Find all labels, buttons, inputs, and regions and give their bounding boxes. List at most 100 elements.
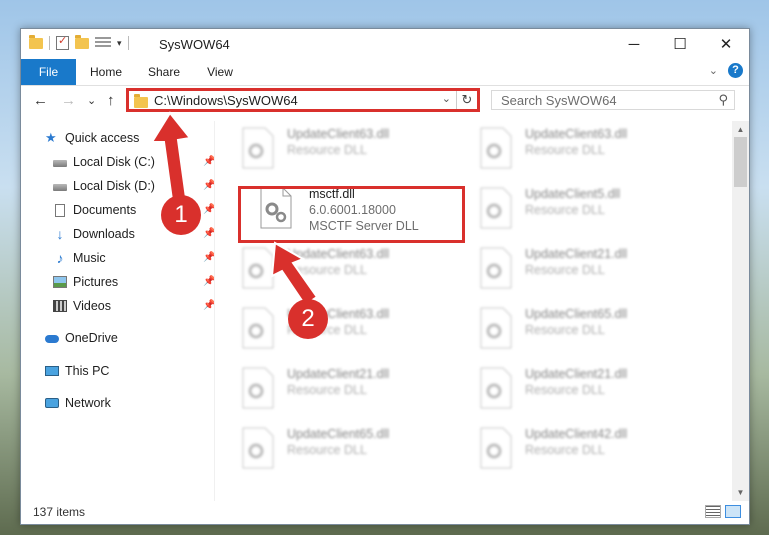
scroll-up-icon[interactable]: ▲ — [732, 121, 749, 138]
file-description: Resource DLL — [525, 323, 605, 337]
toolbar-divider — [127, 36, 129, 50]
tab-home[interactable]: Home — [81, 59, 131, 85]
file-name: UpdateClient63.dll — [287, 127, 390, 141]
sidebar-item-label: Quick access — [65, 131, 140, 145]
file-tile[interactable]: UpdateClient21.dll Resource DLL — [459, 241, 689, 293]
quick-access-toolbar: ▾ — [29, 34, 129, 50]
sidebar-item-downloads[interactable]: ↓ Downloads — [53, 223, 135, 245]
sidebar-item-onedrive[interactable]: OneDrive — [45, 327, 118, 349]
file-tile[interactable]: UpdateClient42.dll Resource DLL — [459, 421, 689, 473]
folder-icon — [29, 34, 43, 49]
sidebar-item-music[interactable]: ♪ Music — [53, 247, 106, 269]
search-icon[interactable]: ⚲ — [718, 92, 728, 108]
sidebar-item-label: Network — [65, 396, 111, 410]
file-name: UpdateClient63.dll — [525, 127, 628, 141]
properties-icon[interactable] — [56, 34, 69, 50]
sidebar-item-local-disk-d[interactable]: Local Disk (D:) — [53, 175, 155, 197]
file-tile[interactable]: UpdateClient65.dll Resource DLL — [459, 301, 689, 353]
address-dropdown-icon[interactable]: ⌄ — [442, 92, 451, 105]
file-name: UpdateClient42.dll — [525, 427, 628, 441]
forward-button[interactable]: → — [61, 92, 76, 109]
onedrive-icon — [45, 335, 59, 343]
close-button[interactable]: ✕ — [703, 29, 749, 59]
tab-view[interactable]: View — [197, 59, 243, 85]
star-icon: ★ — [45, 130, 57, 145]
dll-file-icon — [242, 367, 274, 409]
recent-locations-button[interactable]: ⌄ — [87, 94, 96, 107]
file-name: UpdateClient65.dll — [525, 307, 628, 321]
tab-file[interactable]: File — [21, 59, 76, 85]
tab-share[interactable]: Share — [141, 59, 187, 85]
file-tile[interactable]: UpdateClient65.dll Resource DLL — [221, 421, 451, 473]
scroll-thumb[interactable] — [734, 137, 747, 187]
callout-badge-2: 2 — [288, 299, 328, 339]
file-description: Resource DLL — [525, 443, 605, 457]
dll-file-icon — [480, 427, 512, 469]
help-icon[interactable]: ? — [728, 63, 743, 78]
navigation-pane: ★ Quick access Local Disk (C:) 📌 Local D… — [21, 121, 215, 501]
file-description: Resource DLL — [287, 383, 367, 397]
scroll-down-icon[interactable]: ▼ — [732, 484, 749, 501]
pictures-icon — [53, 276, 67, 288]
ribbon-controls: ⌄ ? — [709, 63, 743, 78]
sidebar-item-documents[interactable]: Documents — [53, 199, 136, 221]
details-view-icon[interactable] — [705, 505, 721, 518]
expand-ribbon-icon[interactable]: ⌄ — [709, 64, 718, 77]
sidebar-item-local-disk-c[interactable]: Local Disk (C:) — [53, 151, 155, 173]
vertical-scrollbar[interactable]: ▲ ▼ — [732, 121, 749, 501]
file-name: UpdateClient21.dll — [525, 247, 628, 261]
up-button[interactable]: ↑ — [107, 92, 115, 109]
file-tile[interactable]: UpdateClient21.dll Resource DLL — [221, 361, 451, 413]
file-tile[interactable]: UpdateClient63.dll Resource DLL — [221, 121, 451, 173]
customize-toolbar-icon[interactable]: ▾ — [117, 38, 122, 49]
sidebar-item-network[interactable]: Network — [45, 392, 111, 414]
back-button[interactable]: ← — [33, 92, 48, 109]
sidebar-item-pictures[interactable]: Pictures — [53, 271, 118, 293]
refresh-icon[interactable]: ↻ — [456, 91, 477, 109]
dll-file-icon — [242, 427, 274, 469]
tiles-view-icon[interactable] — [725, 505, 741, 518]
disk-icon — [53, 160, 67, 167]
sidebar-item-label: OneDrive — [65, 331, 118, 345]
sidebar-item-quick-access[interactable]: ★ Quick access — [45, 127, 139, 149]
sidebar-item-label: Local Disk (C:) — [73, 155, 155, 169]
dll-file-icon — [242, 127, 274, 169]
computer-icon — [45, 366, 59, 376]
file-description: Resource DLL — [287, 443, 367, 457]
address-path[interactable]: C:\Windows\SysWOW64 — [154, 93, 298, 108]
toolbar-divider — [49, 36, 50, 50]
file-tile[interactable]: UpdateClient5.dll Resource DLL — [459, 181, 689, 233]
maximize-button[interactable]: ☐ — [657, 29, 703, 59]
sidebar-item-label: Videos — [73, 299, 111, 313]
dll-file-icon — [480, 307, 512, 349]
explorer-window: ▾ SysWOW64 ─ ☐ ✕ File Home Share View ⌄ … — [20, 28, 750, 525]
window-title: SysWOW64 — [159, 37, 230, 52]
sidebar-item-this-pc[interactable]: This PC — [45, 360, 109, 382]
file-tile[interactable]: UpdateClient63.dll Resource DLL — [459, 121, 689, 173]
dll-file-icon — [480, 367, 512, 409]
view-toggle — [705, 505, 741, 518]
callout-badge-1: 1 — [161, 195, 201, 235]
documents-icon — [55, 203, 65, 217]
dll-file-icon — [480, 247, 512, 289]
minimize-button[interactable]: ─ — [611, 29, 657, 59]
search-placeholder: Search SysWOW64 — [501, 93, 617, 108]
file-tile[interactable]: UpdateClient63.dll Resource DLL — [221, 301, 451, 353]
file-name: UpdateClient21.dll — [287, 367, 390, 381]
dll-file-icon — [480, 187, 512, 229]
highlight-box — [238, 186, 465, 243]
file-tile[interactable]: UpdateClient63.dll Resource DLL — [221, 241, 451, 293]
search-input[interactable]: Search SysWOW64 ⚲ — [491, 90, 735, 110]
file-description: Resource DLL — [287, 143, 367, 157]
file-name: UpdateClient65.dll — [287, 427, 390, 441]
rename-icon[interactable] — [95, 37, 111, 49]
sidebar-item-label: Local Disk (D:) — [73, 179, 155, 193]
file-tile[interactable]: UpdateClient21.dll Resource DLL — [459, 361, 689, 413]
address-bar[interactable]: C:\Windows\SysWOW64 ⌄ ↻ — [126, 88, 480, 112]
file-name: UpdateClient21.dll — [525, 367, 628, 381]
sidebar-item-videos[interactable]: Videos — [53, 295, 111, 317]
file-description: Resource DLL — [525, 263, 605, 277]
sidebar-item-label: Downloads — [73, 227, 135, 241]
download-icon: ↓ — [56, 226, 64, 242]
new-folder-icon[interactable] — [75, 34, 89, 49]
